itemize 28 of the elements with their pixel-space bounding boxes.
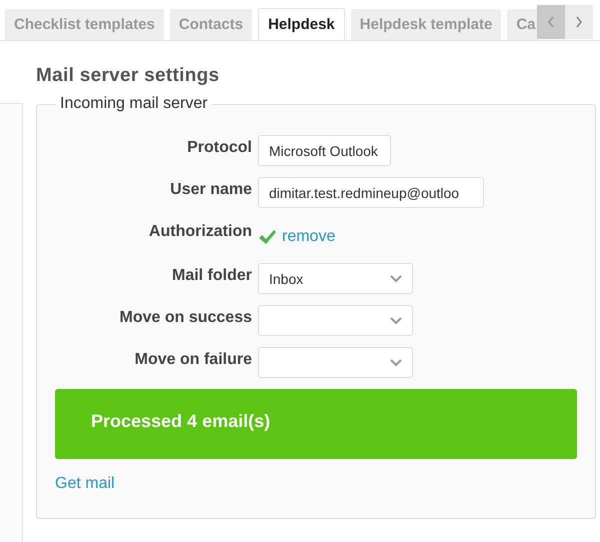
success-message: Processed 4 email(s) bbox=[55, 389, 577, 459]
tab[interactable]: Helpdesk bbox=[258, 8, 345, 40]
chevron-icon bbox=[390, 316, 402, 324]
chevron-right-icon bbox=[574, 16, 583, 28]
tab[interactable]: Helpdesk template bbox=[350, 9, 502, 40]
tab[interactable]: Contacts bbox=[170, 9, 252, 40]
select-field[interactable]: Inbox bbox=[258, 263, 413, 294]
panel-legend: Incoming mail server bbox=[56, 95, 212, 113]
remove-link[interactable]: remove bbox=[282, 228, 336, 246]
field-label: Move on success bbox=[118, 308, 252, 327]
tab[interactable]: Checklist templates bbox=[5, 9, 164, 40]
select-field[interactable] bbox=[258, 305, 413, 336]
tab[interactable]: Ca bbox=[507, 9, 537, 40]
field-label: Mail folder bbox=[170, 266, 252, 285]
chevron-icon bbox=[390, 274, 402, 282]
scroll-right-button[interactable] bbox=[564, 5, 593, 39]
chevron-icon bbox=[390, 358, 402, 366]
field-label: User name bbox=[169, 180, 252, 199]
field-label: Protocol bbox=[186, 138, 252, 157]
input-field[interactable]: dimitar.test.redmineup@outloo bbox=[258, 177, 484, 208]
page-heading: Mail server settings bbox=[36, 65, 220, 87]
get-mail-link[interactable]: Get mail bbox=[55, 475, 115, 493]
select-field[interactable] bbox=[258, 347, 413, 378]
scroll-left-button[interactable] bbox=[536, 5, 565, 39]
select-field[interactable]: Microsoft Outlook bbox=[258, 135, 391, 166]
field-label: Move on failure bbox=[134, 350, 252, 369]
chevron-left-icon bbox=[546, 16, 555, 28]
field-label: Authorization bbox=[148, 222, 252, 241]
